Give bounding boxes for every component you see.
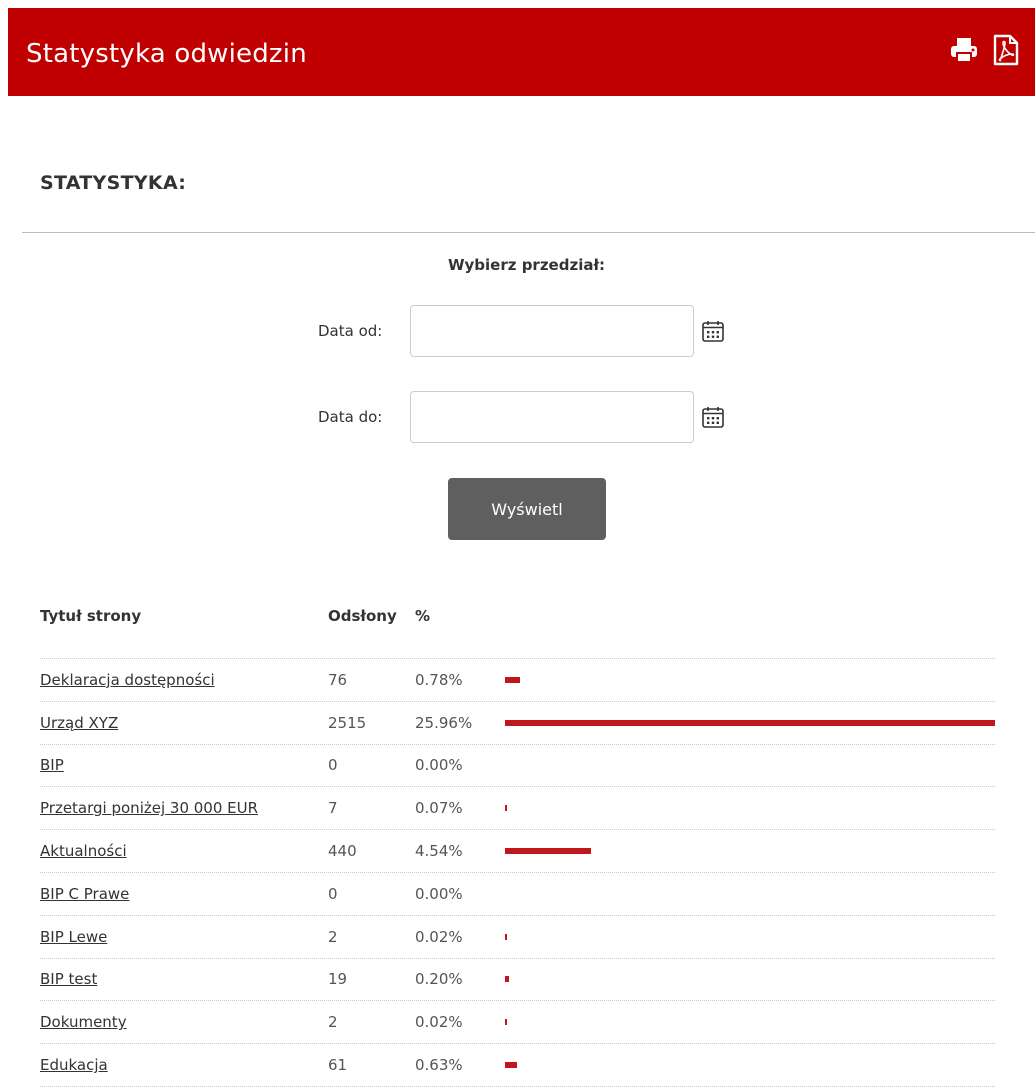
page-title-link[interactable]: Aktualności [40, 842, 127, 860]
date-to-label: Data do: [318, 408, 383, 426]
percent-value: 4.54% [415, 842, 463, 861]
percent-value: 0.20% [415, 970, 463, 989]
views-count: 61 [328, 1056, 348, 1075]
section-heading: STATYSTYKA: [40, 172, 187, 194]
header-actions [949, 34, 1019, 66]
views-count: 0 [328, 884, 338, 903]
date-from-row: Data od: [318, 304, 726, 358]
page-title-link[interactable]: BIP C Prawe [40, 885, 129, 903]
show-button[interactable]: Wyświetl [448, 478, 606, 540]
percent-value: 0.00% [415, 756, 463, 775]
page-title-link[interactable]: Przetargi poniżej 30 000 EUR [40, 799, 258, 817]
views-count: 2515 [328, 713, 367, 732]
views-count: 440 [328, 842, 357, 861]
pdf-icon[interactable] [993, 34, 1019, 66]
table-row: Deklaracja dostępności 76 0.78% [40, 659, 995, 702]
page-title-link[interactable]: BIP [40, 756, 64, 774]
table-row: Dokumenty 2 0.02% [40, 1001, 995, 1045]
percent-value: 0.78% [415, 670, 463, 689]
percent-bar [505, 676, 520, 683]
stats-table-header: Tytuł strony Odsłony % [40, 596, 995, 659]
page-title-link[interactable]: Dokumenty [40, 1013, 127, 1031]
filter-heading: Wybierz przedział: [447, 256, 606, 274]
section-divider [22, 232, 1035, 233]
percent-bar [505, 933, 507, 940]
percent-value: 0.00% [415, 884, 463, 903]
percent-bar [505, 1062, 517, 1069]
page: Statystyka odwiedzin STATYSTYKA: Wybierz… [0, 0, 1035, 1091]
page-title-link[interactable]: BIP test [40, 970, 97, 988]
column-header-title: Tytuł strony [40, 607, 142, 625]
page-title-link[interactable]: Edukacja [40, 1056, 108, 1074]
column-header-views: Odsłony [328, 607, 397, 625]
print-icon[interactable] [949, 36, 979, 64]
page-title-link[interactable]: Deklaracja dostępności [40, 671, 215, 689]
percent-value: 0.63% [415, 1056, 463, 1075]
table-row: Aktualności 440 4.54% [40, 830, 995, 873]
percent-bar [505, 1019, 507, 1026]
table-row: BIP 0 0.00% [40, 745, 995, 788]
views-count: 19 [328, 970, 348, 989]
percent-bar [505, 976, 509, 983]
date-from-label: Data od: [318, 322, 383, 340]
percent-value: 0.02% [415, 927, 463, 946]
views-count: 2 [328, 1013, 338, 1032]
stats-table: Tytuł strony Odsłony % Deklaracja dostęp… [40, 596, 995, 1087]
calendar-icon[interactable] [700, 318, 726, 344]
percent-value: 0.07% [415, 799, 463, 818]
views-count: 2 [328, 927, 338, 946]
page-header: Statystyka odwiedzin [8, 8, 1035, 96]
date-to-input[interactable] [410, 391, 694, 443]
calendar-icon[interactable] [700, 404, 726, 430]
page-title-link[interactable]: BIP Lewe [40, 928, 107, 946]
page-title-link[interactable]: Urząd XYZ [40, 714, 118, 732]
views-count: 0 [328, 756, 338, 775]
table-row: Urząd XYZ 2515 25.96% [40, 702, 995, 745]
percent-value: 0.02% [415, 1013, 463, 1032]
percent-bar [505, 805, 507, 812]
date-from-input[interactable] [410, 305, 694, 357]
percent-bar [505, 719, 995, 726]
percent-value: 25.96% [415, 713, 473, 732]
date-to-row: Data do: [318, 390, 726, 444]
views-count: 7 [328, 799, 338, 818]
table-row: Przetargi poniżej 30 000 EUR 7 0.07% [40, 787, 995, 831]
percent-bar [505, 848, 591, 855]
stats-table-body: Deklaracja dostępności 76 0.78% Urząd XYZ 25… [40, 659, 995, 1087]
page-title: Statystyka odwiedzin [26, 39, 307, 69]
column-header-percent: % [415, 607, 431, 625]
table-row: Edukacja 61 0.63% [40, 1044, 995, 1087]
table-row: BIP C Prawe 0 0.00% [40, 873, 995, 916]
table-row: BIP test 19 0.20% [40, 959, 995, 1002]
views-count: 76 [328, 670, 348, 689]
table-row: BIP Lewe 2 0.02% [40, 916, 995, 959]
